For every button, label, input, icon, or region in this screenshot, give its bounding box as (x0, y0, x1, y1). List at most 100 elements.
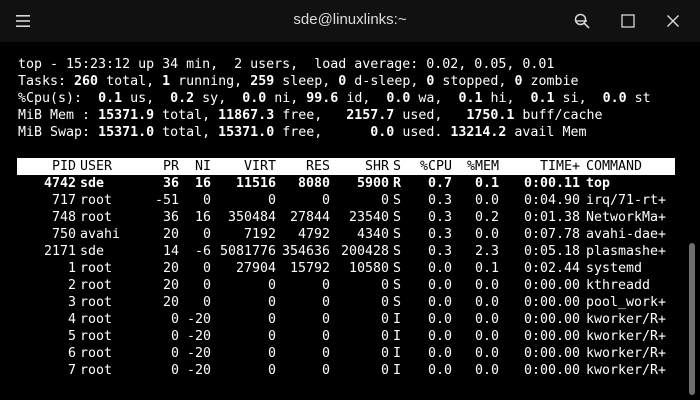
mem-used-label: used, (394, 108, 467, 123)
mem-used: 2157.7 (346, 108, 395, 123)
cell-mem: 0.0 (474, 346, 499, 361)
cell-state: I (393, 363, 402, 378)
swap-total-label: total, (154, 125, 219, 140)
cell-shr: 10580 (348, 261, 389, 276)
cell-state: I (393, 346, 402, 361)
cell-virt: 350484 (227, 210, 276, 225)
cpu-ni: 0.0 (242, 91, 267, 106)
mem-label: MiB Mem : (18, 108, 99, 123)
mem-line: MiB Mem : 15371.9 total, 11867.3 free, 2… (18, 107, 602, 124)
cell-pr: -51 (154, 193, 179, 208)
cell-cpu: 0.3 (427, 210, 452, 225)
column-header-time: TIME+ (539, 159, 580, 174)
cell-command: irq/71-rt+ (586, 193, 667, 208)
cell-ni: 16 (194, 176, 211, 191)
cell-virt: 0 (267, 278, 276, 293)
cell-pr: 20 (162, 295, 179, 310)
swap-line: MiB Swap: 15371.0 total, 15371.0 free, 0… (18, 124, 586, 141)
cell-virt: 0 (267, 295, 276, 310)
column-header-shr: SHR (364, 159, 389, 174)
cell-command: plasmashe+ (586, 244, 667, 259)
column-header-ni: NI (194, 159, 211, 174)
cpu-hi-label: hi, (482, 91, 531, 106)
cell-state: S (393, 227, 402, 242)
cell-virt: 11516 (235, 176, 276, 191)
cell-state: S (393, 261, 402, 276)
mem-buff-label: buff/cache (514, 108, 603, 123)
cell-mem: 0.0 (474, 295, 499, 310)
cell-ni: -20 (186, 312, 211, 327)
cell-command: avahi-dae+ (586, 227, 667, 242)
column-header-mem: %MEM (466, 159, 499, 174)
close-button[interactable] (658, 6, 688, 36)
cell-command: kworker/R+ (586, 312, 667, 327)
cell-virt: 5081776 (219, 244, 276, 259)
cell-time: 0:00.00 (523, 329, 580, 344)
cell-virt: 0 (267, 363, 276, 378)
cell-time: 0:02.44 (523, 261, 580, 276)
cell-shr: 0 (380, 193, 389, 208)
cell-mem: 0.0 (474, 312, 499, 327)
cell-res: 0 (321, 363, 330, 378)
cell-res: 8080 (297, 176, 330, 191)
maximize-button[interactable] (613, 6, 643, 36)
mem-free-label: free, (274, 108, 347, 123)
cell-state: S (393, 244, 402, 259)
cell-mem: 0.0 (474, 227, 499, 242)
cell-virt: 27904 (235, 261, 276, 276)
swap-avail-label: avail Mem (506, 125, 587, 140)
cell-pid: 7 (67, 363, 76, 378)
cell-mem: 0.1 (474, 176, 499, 191)
cell-virt: 7192 (243, 227, 276, 242)
cell-shr: 5900 (356, 176, 389, 191)
cell-pr: 36 (162, 176, 179, 191)
mem-total-label: total, (154, 108, 219, 123)
cell-res: 0 (321, 193, 330, 208)
swap-label: MiB Swap: (18, 125, 99, 140)
cell-pid: 750 (51, 227, 76, 242)
cell-cpu: 0.0 (427, 312, 452, 327)
cell-virt: 0 (267, 193, 276, 208)
cell-cpu: 0.7 (427, 176, 452, 191)
cell-shr: 0 (380, 363, 389, 378)
column-header-res: RES (305, 159, 330, 174)
cell-ni: 0 (202, 193, 211, 208)
cpu-sy-label: sy, (194, 91, 243, 106)
cpu-si-label: si, (554, 91, 603, 106)
cell-time: 0:00.00 (523, 346, 580, 361)
cell-command: systemd (586, 261, 643, 276)
cpu-label: %Cpu(s): (18, 91, 99, 106)
cell-pid: 2171 (43, 244, 76, 259)
cell-state: S (393, 193, 402, 208)
cell-mem: 2.3 (474, 244, 499, 259)
tasks-total-label: total, (98, 74, 163, 89)
minimize-button[interactable] (566, 6, 596, 36)
cpu-st-label: st (626, 91, 651, 106)
cell-cpu: 0.0 (427, 329, 452, 344)
cpu-si: 0.1 (530, 91, 555, 106)
mem-buff: 1750.1 (466, 108, 515, 123)
cell-state: S (393, 210, 402, 225)
cell-cpu: 0.0 (427, 261, 452, 276)
scrollbar-thumb[interactable] (689, 243, 695, 395)
cell-pid: 1 (67, 261, 76, 276)
cell-ni: 0 (202, 227, 211, 242)
column-header-pid: PID (51, 159, 76, 174)
cell-time: 0:00.00 (523, 363, 580, 378)
cell-time: 0:07.78 (523, 227, 580, 242)
tasks-sleeping: 259 (250, 74, 275, 89)
cell-virt: 0 (267, 329, 276, 344)
cpu-wa-label: wa, (410, 91, 459, 106)
cell-res: 27844 (289, 210, 330, 225)
title-bar: sde@linuxlinks:~ (0, 0, 700, 42)
cell-time: 0:00.00 (523, 312, 580, 327)
cell-res: 354636 (281, 244, 330, 259)
column-header-command: COMMAND (586, 159, 643, 174)
cell-mem: 0.0 (474, 329, 499, 344)
cpu-st: 0.0 (602, 91, 627, 106)
cpu-id: 99.6 (306, 91, 339, 106)
cell-pr: 20 (162, 227, 179, 242)
cell-shr: 0 (380, 278, 389, 293)
cell-mem: 0.0 (474, 193, 499, 208)
cell-shr: 0 (380, 329, 389, 344)
